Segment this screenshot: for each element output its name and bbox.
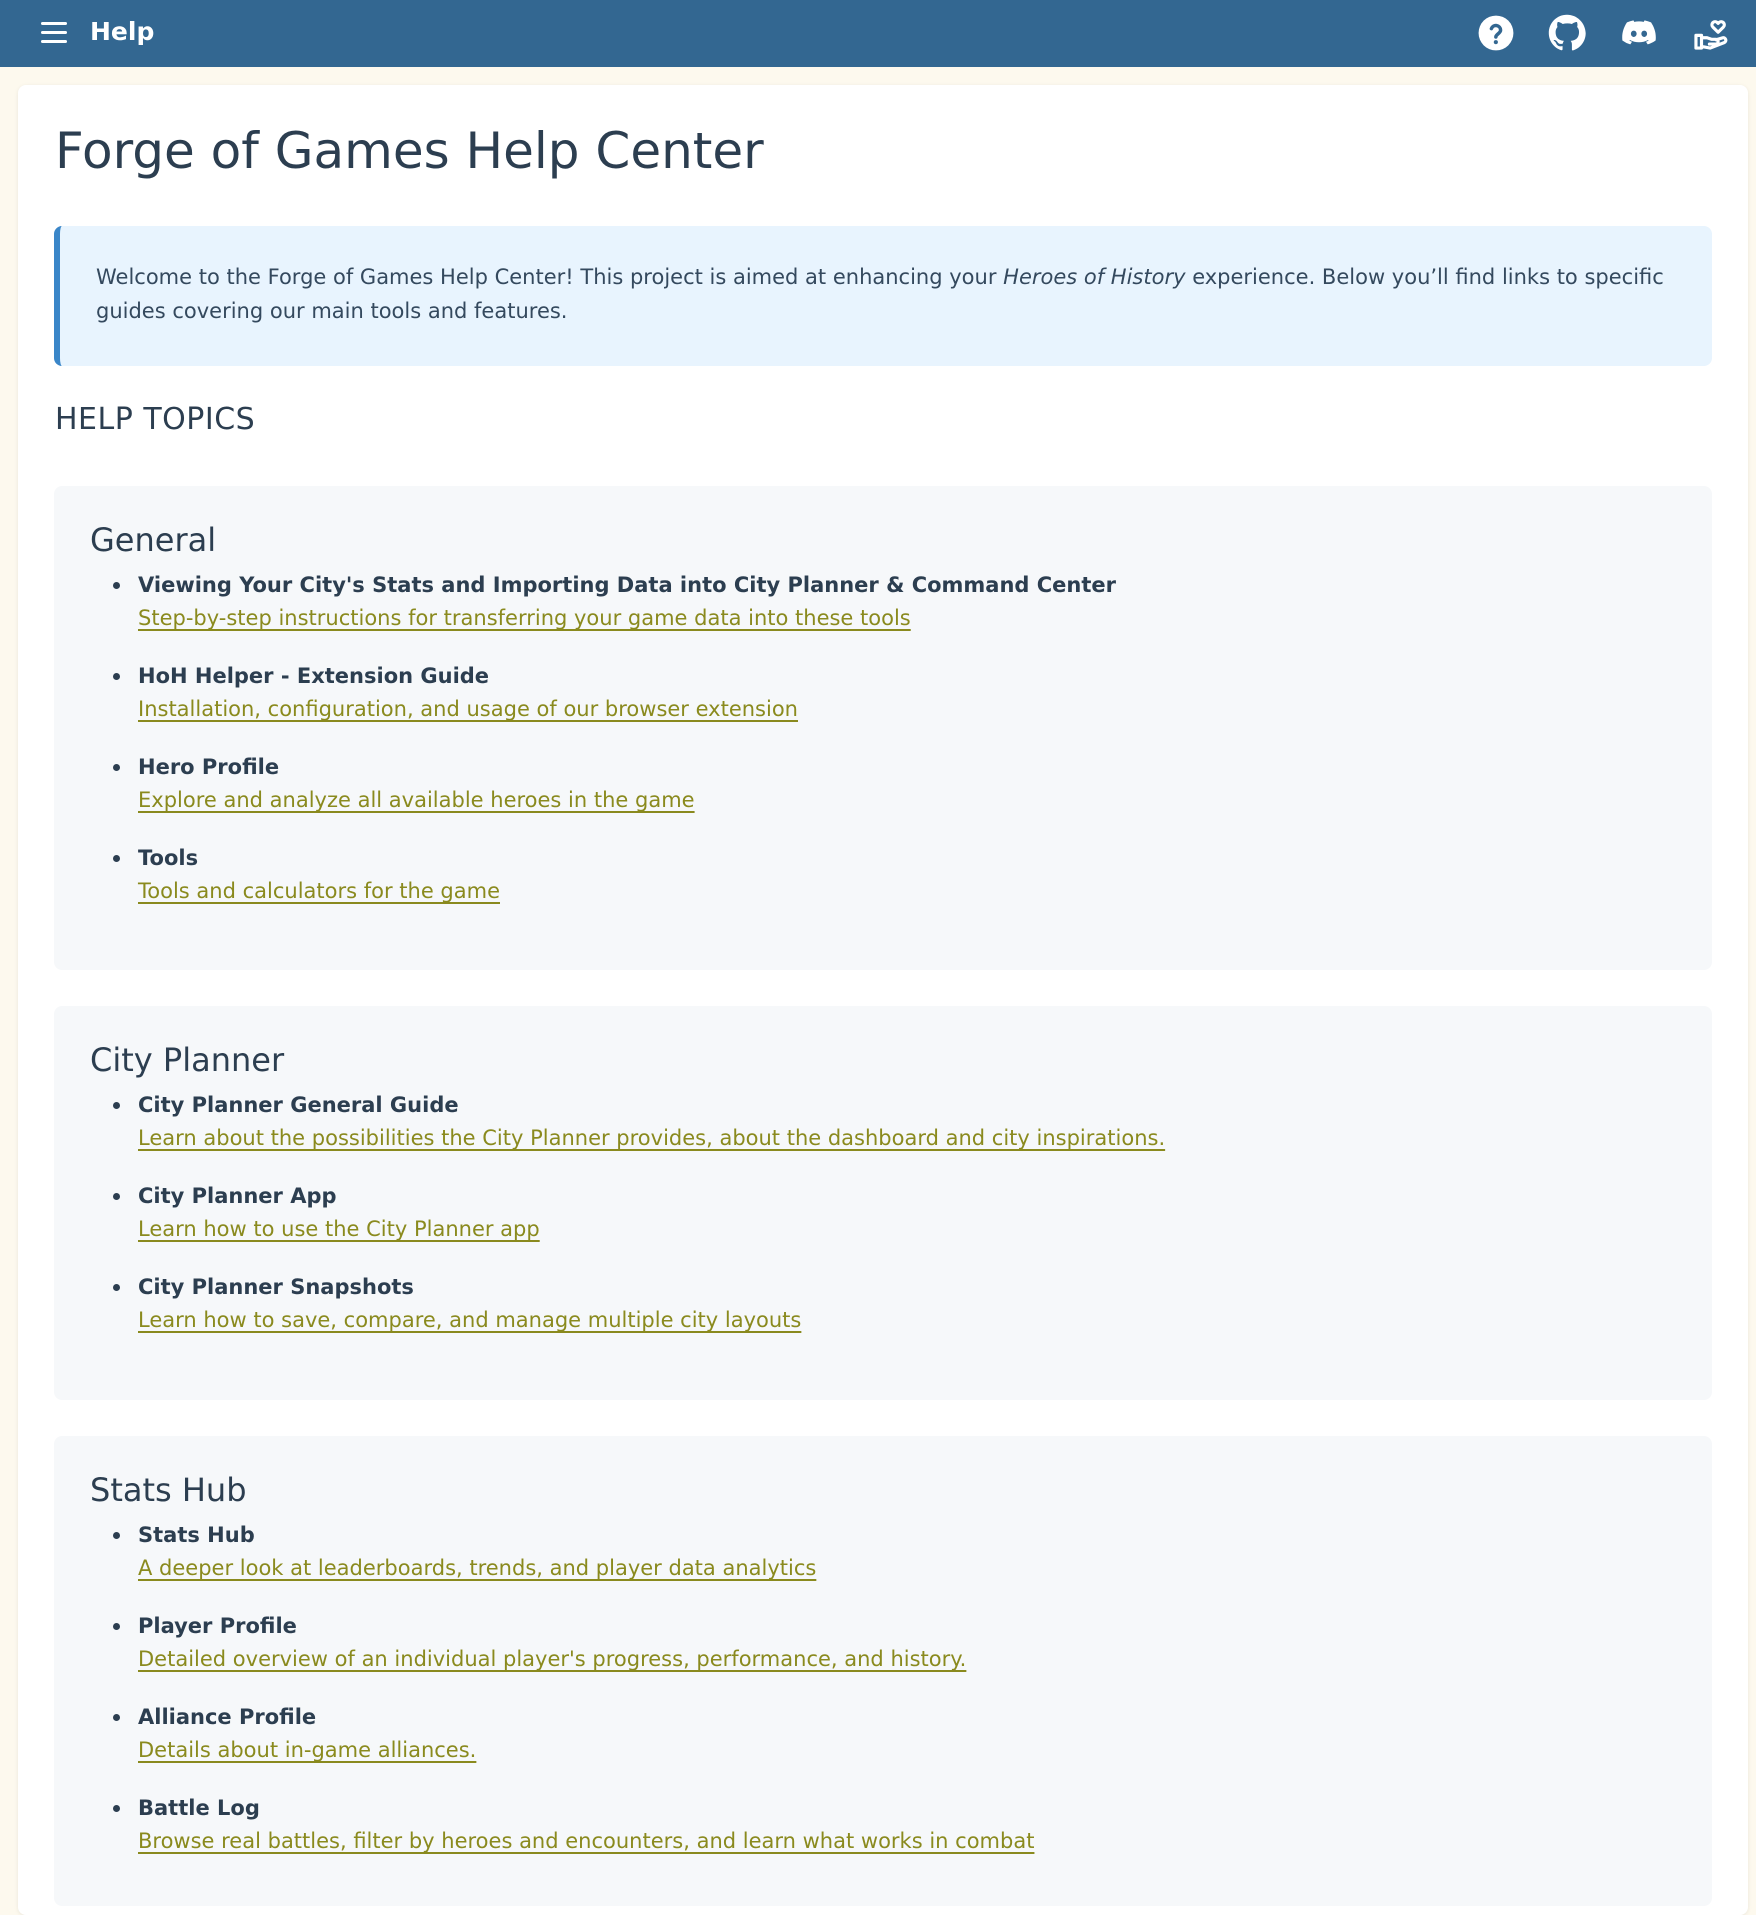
list-item: HoH Helper - Extension Guide Installatio… — [112, 659, 1116, 750]
section-stats-hub: Stats Hub Stats Hub A deeper look at lea… — [54, 1436, 1712, 1906]
list-item: Player Profile Detailed overview of an i… — [112, 1609, 1034, 1700]
support-hand-heart-icon[interactable] — [1692, 14, 1730, 52]
topic-title: City Planner General Guide — [138, 1093, 459, 1117]
list-item: Stats Hub A deeper look at leaderboards,… — [112, 1518, 1034, 1609]
list-item: Tools Tools and calculators for the game — [112, 841, 1116, 932]
section-city-planner: City Planner City Planner General Guide … — [54, 1006, 1712, 1400]
help-topics-heading: HELP TOPICS — [55, 402, 256, 437]
discord-icon[interactable] — [1620, 14, 1658, 52]
topic-link[interactable]: A deeper look at leaderboards, trends, a… — [138, 1552, 816, 1584]
topic-link[interactable]: Detailed overview of an individual playe… — [138, 1643, 966, 1675]
topic-link[interactable]: Tools and calculators for the game — [138, 875, 500, 907]
topic-title: Battle Log — [138, 1796, 260, 1820]
topic-link[interactable]: Step-by-step instructions for transferri… — [138, 602, 911, 634]
menu-icon[interactable] — [39, 19, 69, 47]
topic-title: City Planner Snapshots — [138, 1275, 414, 1299]
topic-link[interactable]: Explore and analyze all available heroes… — [138, 784, 695, 816]
topic-link[interactable]: Learn about the possibilities the City P… — [138, 1122, 1165, 1154]
page-title: Forge of Games Help Center — [55, 122, 764, 180]
topic-title: Viewing Your City's Stats and Importing … — [138, 573, 1117, 597]
app-bar-title: Help — [90, 17, 155, 46]
list-item: City Planner General Guide Learn about t… — [112, 1088, 1165, 1179]
section-title: General — [90, 521, 217, 559]
list-item: City Planner Snapshots Learn how to save… — [112, 1270, 1165, 1361]
github-icon[interactable] — [1548, 14, 1586, 52]
topic-title: Stats Hub — [138, 1523, 255, 1547]
topic-title: Hero Profile — [138, 755, 280, 779]
topic-title: City Planner App — [138, 1184, 337, 1208]
section-general: General Viewing Your City's Stats and Im… — [54, 486, 1712, 970]
list-item: Hero Profile Explore and analyze all ava… — [112, 750, 1116, 841]
section-title: Stats Hub — [90, 1471, 247, 1509]
topic-link[interactable]: Learn how to use the City Planner app — [138, 1213, 540, 1245]
topic-link[interactable]: Browse real battles, filter by heroes an… — [138, 1825, 1034, 1857]
list-item: Battle Log Browse real battles, filter b… — [112, 1791, 1034, 1882]
top-app-bar: Help — [0, 0, 1756, 67]
topic-list: City Planner General Guide Learn about t… — [90, 1088, 1165, 1361]
topic-title: HoH Helper - Extension Guide — [138, 664, 490, 688]
help-circle-icon[interactable] — [1477, 14, 1515, 52]
topic-list: Viewing Your City's Stats and Importing … — [90, 568, 1116, 932]
intro-game-name: Heroes of History — [1003, 265, 1186, 289]
list-item: Alliance Profile Details about in-game a… — [112, 1700, 1034, 1791]
topic-title: Alliance Profile — [138, 1705, 317, 1729]
topic-title: Tools — [138, 846, 199, 870]
topic-link[interactable]: Installation, configuration, and usage o… — [138, 693, 798, 725]
topic-link[interactable]: Details about in-game alliances. — [138, 1734, 476, 1766]
topic-link[interactable]: Learn how to save, compare, and manage m… — [138, 1304, 801, 1336]
intro-callout: Welcome to the Forge of Games Help Cente… — [54, 226, 1712, 366]
topic-list: Stats Hub A deeper look at leaderboards,… — [90, 1518, 1034, 1882]
list-item: Viewing Your City's Stats and Importing … — [112, 568, 1117, 659]
topic-title: Player Profile — [138, 1614, 297, 1638]
list-item: City Planner App Learn how to use the Ci… — [112, 1179, 1165, 1270]
intro-text: Welcome to the Forge of Games Help Cente… — [96, 265, 1004, 289]
section-title: City Planner — [90, 1041, 285, 1079]
